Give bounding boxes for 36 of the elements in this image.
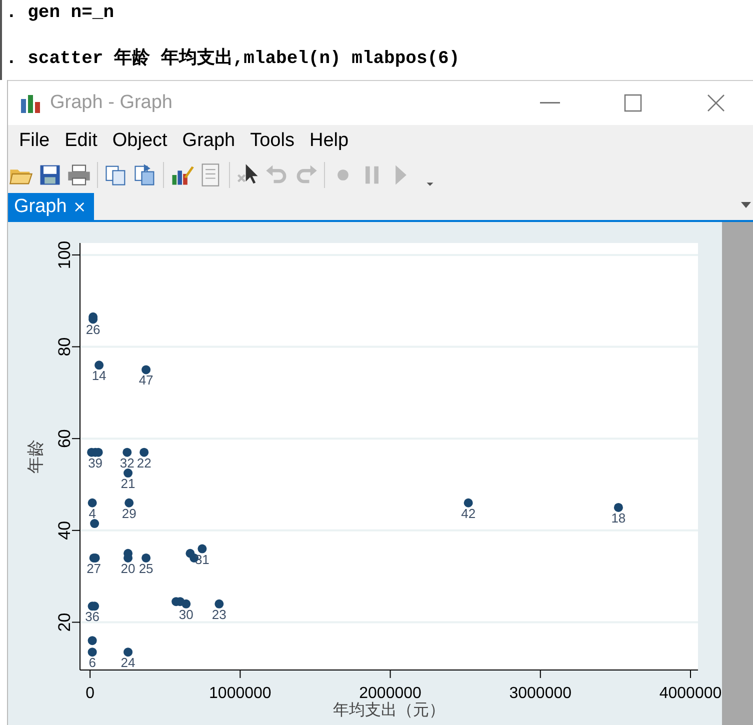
- tab-label: Graph: [14, 196, 67, 218]
- point-label: 18: [611, 510, 626, 526]
- y-tick-label: 20: [55, 612, 74, 632]
- point-label: 23: [212, 606, 226, 622]
- point-label: 6: [88, 655, 96, 670]
- x-tick-label: 0: [86, 685, 94, 702]
- x-tick-label: 1000000: [209, 685, 272, 702]
- point-label: 32: [120, 455, 134, 470]
- y-tick-label: 60: [55, 429, 74, 448]
- point-label: 20: [120, 560, 136, 576]
- point-label: 26: [86, 322, 100, 338]
- point-label: 4: [88, 506, 96, 521]
- y-tick-label: 100: [55, 240, 74, 270]
- point-label: 14: [92, 368, 106, 384]
- console-line: . gen n=_n: [6, 4, 116, 25]
- point-label: 27: [86, 560, 102, 576]
- x-axis-title: 年均支出（元）: [333, 700, 445, 719]
- x-tick-label: 4000000: [659, 685, 722, 702]
- y-tick-label: 80: [55, 337, 74, 356]
- point-label: 42: [461, 506, 476, 521]
- window-title: Graph - Graph: [50, 92, 174, 114]
- point-label: 31: [194, 552, 210, 567]
- y-axis-title: 年龄: [26, 440, 46, 474]
- point-label: 30: [178, 606, 194, 622]
- point-label: 47: [138, 372, 154, 388]
- point-label: 24: [120, 655, 136, 670]
- y-tick-label: 40: [55, 520, 74, 540]
- point-label: 29: [122, 506, 136, 521]
- x-tick-label: 2000000: [359, 685, 422, 702]
- point-label: 36: [85, 609, 100, 624]
- point-label: 39: [88, 455, 103, 470]
- x-tick-label: 3000000: [509, 685, 572, 702]
- console-line: . scatter 年龄 年均支出,mlabel(n) mlabpos(6): [6, 50, 461, 71]
- point-label: 25: [138, 560, 154, 576]
- point-label: 21: [120, 476, 136, 492]
- point-label: 22: [136, 455, 152, 470]
